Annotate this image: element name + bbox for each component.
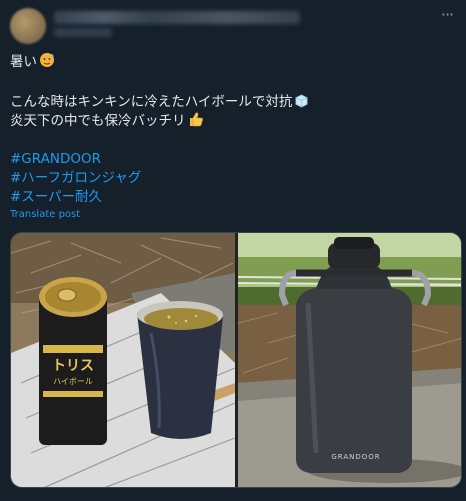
post-text: 暑い: [10, 54, 37, 70]
post-text: 炎天下の中でも保冷バッチリ: [10, 113, 186, 129]
author-name-blurred[interactable]: [54, 11, 300, 24]
avatar[interactable]: [10, 8, 46, 44]
hot-face-icon: [39, 52, 55, 74]
hashtag-link[interactable]: #ハーフガロンジャグ: [10, 168, 141, 188]
post-text-line-1: 暑い: [10, 52, 55, 74]
can-sub-label: ハイボール: [53, 377, 93, 386]
post-card: ··· 暑い こんな時はキンキンに冷えたハイボールで対抗 炎天下の中でも保冷バッ…: [0, 0, 466, 501]
hashtag-link[interactable]: #スーパー耐久: [10, 187, 102, 207]
photo-highball-can-and-tumbler[interactable]: トリス ハイボール: [11, 233, 235, 487]
can-brand-label: トリス: [52, 358, 94, 374]
hashtag-link[interactable]: #GRANDOOR: [10, 149, 101, 169]
post-text: こんな時はキンキンに冷えたハイボールで対抗: [10, 94, 293, 110]
thumbs-up-icon: [188, 111, 204, 133]
ice-cube-icon: [294, 93, 309, 114]
photo-grandoor-jug[interactable]: GRANDOOR: [238, 233, 461, 487]
post-text-line-3: 炎天下の中でも保冷バッチリ: [10, 111, 204, 133]
translate-post-link[interactable]: Translate post: [10, 209, 80, 220]
author-handle-blurred: [54, 28, 112, 37]
media-grid: トリス ハイボール GRANDOOR: [10, 232, 462, 488]
more-options-button[interactable]: ···: [436, 7, 458, 26]
jug-brand-label: GRANDOOR: [331, 453, 380, 461]
